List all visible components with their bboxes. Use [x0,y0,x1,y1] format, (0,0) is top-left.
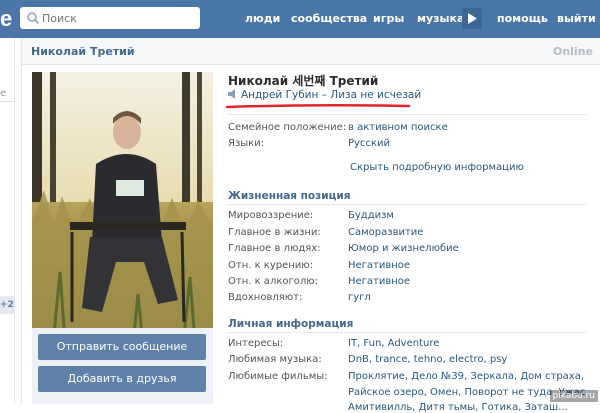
info-label: Интересы: [228,338,284,349]
info-label: Мировоззрение: [228,210,314,221]
nav-communities[interactable]: сообщества [291,12,367,25]
left-sidebar: е +2 [0,38,15,404]
info-value[interactable]: Русский [348,138,390,149]
info-value[interactable]: гугл [348,292,371,303]
play-icon [468,13,477,24]
info-label: Языки: [228,138,265,149]
divider [228,204,586,205]
status-music-line[interactable]: Андрей Губин – Лиза не исчезай [228,89,421,101]
info-label: Отн. к курению: [228,260,314,271]
info-value[interactable]: IT, Fun, Adventure [348,338,439,349]
sidebar-stub-text: е [0,88,7,99]
play-button[interactable] [462,8,482,29]
info-value[interactable]: в активном поиске [348,122,448,133]
info-label: Главное в жизни: [228,227,321,238]
watermark: pikabu.ru [549,390,598,402]
sidebar-divider [0,101,14,102]
nav-games[interactable]: игры [373,12,404,25]
profile-header-name: Николай Третий [31,45,135,58]
send-message-button[interactable]: Отправить сообщение [38,334,206,360]
section-title-personal: Личная информация [228,318,354,330]
sidebar-badge[interactable]: +2 [0,296,14,314]
nav-logout[interactable]: выйти [557,12,596,25]
info-value[interactable]: Саморазвитие [348,227,423,238]
vk-logo[interactable]: e [0,6,12,32]
add-friend-button[interactable]: Добавить в друзья [38,366,206,392]
status-text[interactable]: Андрей Губин – Лиза не исчезай [241,89,421,101]
profile-card: Николай Третий Online Отправить сообщени… [21,38,600,413]
search-input[interactable] [42,9,192,27]
info-value[interactable]: DnB, trance, tehno, electro, psy [348,354,507,365]
nav-people[interactable]: люди [245,12,280,25]
profile-photo[interactable] [32,72,213,356]
nav-help[interactable]: помощь [497,12,548,25]
hide-details-link[interactable]: Скрыть подробную информацию [350,162,524,173]
info-value[interactable]: Юмор и жизнелюбие [348,243,459,254]
info-value[interactable]: Негативное [348,276,410,287]
divider [228,332,586,333]
info-label: Главное в людях: [228,243,321,254]
search-box[interactable] [20,7,200,29]
info-label: Отн. к алкоголю: [228,276,319,287]
info-label: Любимые фильмы: [228,371,328,382]
top-bar: e люди сообщества игры музыка помощь вый… [0,0,600,38]
profile-full-name: Николай 세번째 Третий [228,74,379,88]
online-status: Online [552,45,593,58]
section-title-life: Жизненная позиция [228,190,351,202]
nav-music[interactable]: музыка [417,12,464,25]
info-value[interactable]: Проклятие, Дело №39, Зеркала, Дом страха… [348,371,584,382]
info-label: Семейное положение: [228,122,347,133]
info-value[interactable]: Негативное [348,260,410,271]
profile-header: Николай Третий Online [22,38,600,65]
speaker-icon [228,89,235,99]
info-label: Любимая музыка: [228,354,322,365]
red-underline-annotation [225,103,411,109]
info-label: Вдохновляют: [228,292,303,303]
info-value[interactable]: Буддизм [348,210,394,221]
divider [228,114,586,115]
search-icon [27,12,40,25]
